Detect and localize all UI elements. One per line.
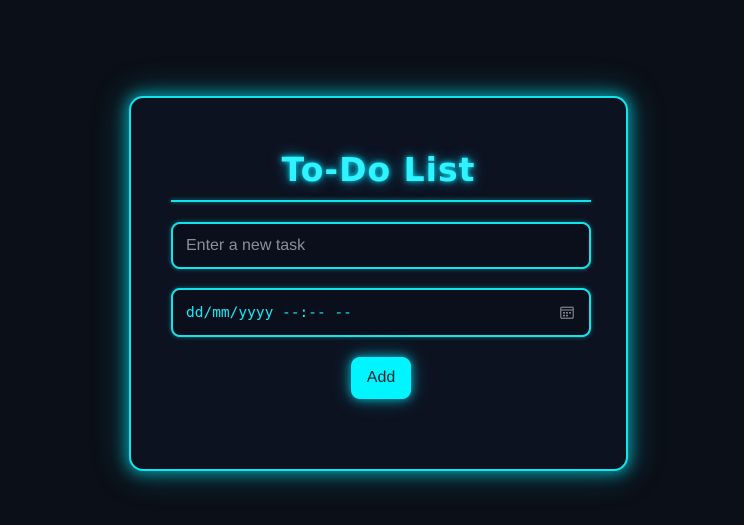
page-title: To-Do List — [281, 150, 476, 189]
app-background: To-Do List dd/mm/yyyy --:-- -- Add — [0, 0, 744, 525]
datetime-field[interactable]: dd/mm/yyyy --:-- -- — [171, 288, 591, 337]
todo-card: To-Do List dd/mm/yyyy --:-- -- Add — [129, 96, 628, 471]
calendar-icon[interactable] — [560, 306, 574, 319]
task-field — [171, 222, 591, 269]
datetime-input-value[interactable]: dd/mm/yyyy --:-- -- — [173, 305, 560, 321]
title-divider — [171, 200, 591, 202]
add-button[interactable]: Add — [351, 357, 411, 399]
task-input[interactable] — [173, 224, 589, 267]
